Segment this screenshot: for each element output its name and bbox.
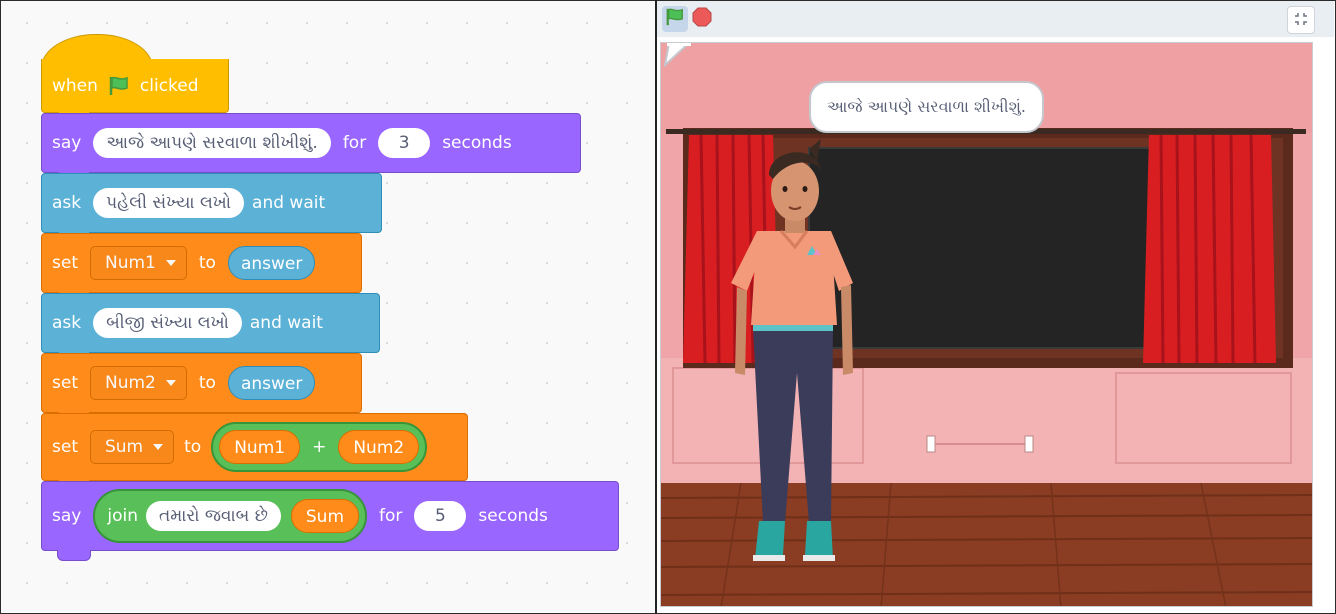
seconds-label: seconds [478, 506, 548, 526]
say-seconds-input[interactable]: 3 [378, 128, 431, 158]
to-label: to [198, 253, 216, 273]
stop-button[interactable] [689, 6, 715, 32]
add-operator-reporter[interactable]: Num1 + Num2 [211, 422, 428, 472]
seconds-label: seconds [442, 133, 512, 153]
set-label: set [52, 437, 78, 457]
stage[interactable]: આજે આપણે સરવાળા શીખીશું. [660, 42, 1313, 607]
speech-bubble-tail [663, 43, 691, 67]
caret-down-icon [153, 444, 164, 450]
when-flag-clicked-block[interactable]: when clicked [41, 59, 229, 121]
variable-name: Num1 [104, 253, 156, 273]
say-seconds-input-2[interactable]: 5 [414, 501, 467, 531]
set-label: set [52, 253, 78, 273]
caret-down-icon [165, 260, 176, 266]
green-flag-icon [665, 7, 685, 31]
join-reporter[interactable]: join તમારો જવાબ છે Sum [93, 489, 368, 543]
stop-icon [692, 7, 712, 31]
num2-reporter[interactable]: Num2 [338, 430, 420, 464]
pane-divider [655, 0, 657, 614]
say-label: say [52, 506, 82, 526]
answer-reporter-2[interactable]: answer [227, 366, 316, 400]
num1-reporter[interactable]: Num1 [219, 430, 301, 464]
caret-down-icon [165, 380, 176, 386]
ask-label: ask [52, 313, 82, 333]
and-wait-label: and wait [249, 313, 323, 333]
clicked-label: clicked [139, 75, 199, 96]
and-wait-label: and wait [252, 193, 326, 213]
say-message-input[interactable]: આજે આપણે સરવાળા શીખીશું. [93, 128, 331, 158]
sum-reporter[interactable]: Sum [290, 499, 360, 533]
set-sum-block[interactable]: set Sum to Num1 + Num2 [41, 413, 468, 489]
ask-label: ask [52, 193, 82, 213]
variable-dropdown-num2[interactable]: Num2 [89, 366, 187, 400]
green-flag-button[interactable] [662, 6, 688, 32]
say-join-for-secs-block[interactable]: say join તમારો જવાબ છે Sum for 5 seconds [41, 481, 619, 551]
for-label: for [379, 506, 403, 526]
plus-operator: + [312, 437, 327, 457]
say-label: say [52, 133, 82, 153]
fullscreen-icon [1294, 11, 1308, 30]
variable-name: Sum [104, 437, 144, 457]
ask-question-input-2[interactable]: બીજી સંખ્યા લખો [93, 308, 242, 338]
when-label: when [52, 75, 98, 96]
fullscreen-button[interactable] [1287, 6, 1315, 34]
green-flag-icon [108, 75, 130, 97]
variable-name: Num2 [104, 373, 156, 393]
set-num1-block[interactable]: set Num1 to answer [41, 233, 362, 301]
set-num2-block[interactable]: set Num2 to answer [41, 353, 362, 421]
ask-question-input-1[interactable]: પહેલી સંખ્યા લખો [93, 188, 245, 218]
ask-and-wait-block-2[interactable]: ask બીજી સંખ્યા લખો and wait [41, 293, 380, 361]
ask-and-wait-block-1[interactable]: ask પહેલી સંખ્યા લખો and wait [41, 173, 382, 241]
bottom-tab [57, 550, 91, 561]
to-label: to [184, 437, 202, 457]
speech-bubble: આજે આપણે સરવાળા શીખીશું. [809, 81, 1045, 133]
for-label: for [342, 133, 367, 153]
code-area[interactable]: when clicked say આજે આપણે સરવાળા શીખીશું… [1, 1, 655, 612]
variable-dropdown-num1[interactable]: Num1 [89, 246, 187, 280]
answer-reporter-1[interactable]: answer [227, 246, 316, 280]
to-label: to [198, 373, 216, 393]
set-label: set [52, 373, 78, 393]
stage-header [657, 1, 1334, 37]
say-for-secs-block[interactable]: say આજે આપણે સરવાળા શીખીશું. for 3 secon… [41, 113, 581, 181]
variable-dropdown-sum[interactable]: Sum [89, 430, 175, 464]
join-label: join [107, 506, 138, 526]
join-text-input[interactable]: તમારો જવાબ છે [145, 501, 281, 531]
